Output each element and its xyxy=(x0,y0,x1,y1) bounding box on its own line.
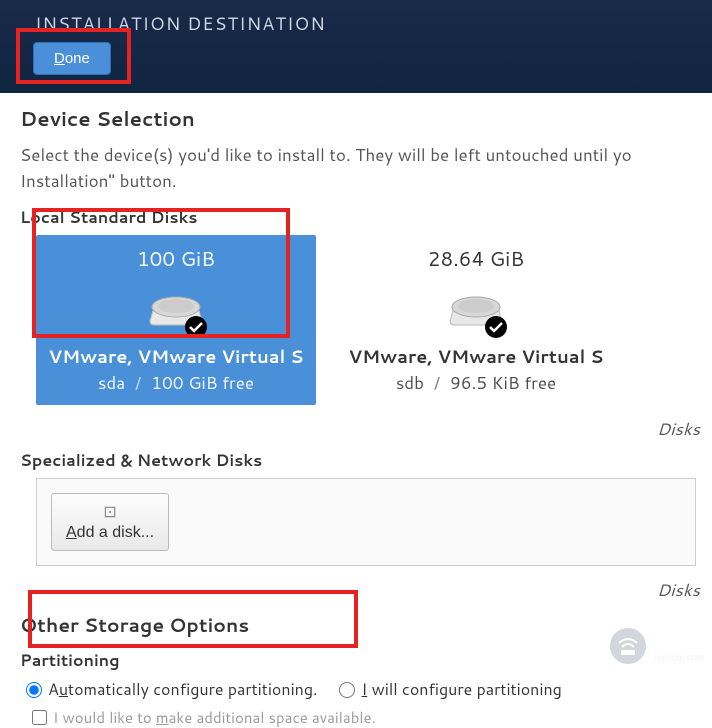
desc-line1: Select the device(s) you'd like to insta… xyxy=(20,143,632,167)
disk-dev: sda xyxy=(98,371,125,395)
disk-free: 100 GiB free xyxy=(151,371,254,395)
manual-partition-label: I will configure partitioning xyxy=(361,678,561,701)
auto-partition-radio[interactable]: Automatically configure partitioning. xyxy=(26,678,317,701)
page-title: INSTALLATION DESTINATION xyxy=(35,10,697,36)
partitioning-options: Automatically configure partitioning. I … xyxy=(20,678,712,701)
disk-dev: sdb xyxy=(396,371,424,395)
disk-meta: sda/100 GiB free xyxy=(42,371,310,395)
header-bar: INSTALLATION DESTINATION Done xyxy=(0,0,712,93)
disk-size: 28.64 GiB xyxy=(342,245,610,273)
add-disk-label: Add a disk... xyxy=(66,524,154,542)
add-disk-icon: ⊡ xyxy=(103,502,116,522)
watermark: 路由器 luyouqi.com xyxy=(608,626,704,666)
disk-name: VMware, VMware Virtual S xyxy=(42,343,310,369)
add-disk-button[interactable]: ⊡ Add a disk... xyxy=(51,493,169,551)
disk-name: VMware, VMware Virtual S xyxy=(342,343,610,369)
done-button[interactable]: Done xyxy=(33,42,111,75)
auto-partition-input[interactable] xyxy=(26,682,42,698)
additional-space-row[interactable]: I would like to make additional space av… xyxy=(20,707,712,728)
network-disk-area: ⊡ Add a disk... xyxy=(36,478,696,566)
auto-partition-label: Automatically configure partitioning. xyxy=(48,678,317,701)
disk-free: 96.5 KiB free xyxy=(450,371,556,395)
disks-left-label-1: Disks xyxy=(20,417,712,441)
harddrive-icon xyxy=(448,285,504,335)
additional-space-checkbox[interactable] xyxy=(32,710,47,725)
checkmark-icon xyxy=(484,315,508,339)
watermark-sub: luyouqi.com xyxy=(654,650,704,663)
checkmark-icon xyxy=(184,315,208,339)
disk-card-sdb[interactable]: 28.64 GiB VMware, VMware Virtual S sdb/9… xyxy=(336,235,616,405)
done-label: D xyxy=(54,50,65,67)
harddrive-icon xyxy=(148,285,204,335)
disk-list: 100 GiB VMware, VMware Virtual S sda/100… xyxy=(20,235,712,405)
disk-size: 100 GiB xyxy=(42,245,310,273)
manual-partition-radio[interactable]: I will configure partitioning xyxy=(339,678,561,701)
manual-partition-input[interactable] xyxy=(339,682,355,698)
disk-card-sda[interactable]: 100 GiB VMware, VMware Virtual S sda/100… xyxy=(36,235,316,405)
watermark-text: 路由器 xyxy=(654,629,704,650)
device-selection-title: Device Selection xyxy=(20,105,712,133)
additional-space-label: I would like to make additional space av… xyxy=(53,707,376,728)
disks-left-label-2: Disks xyxy=(20,578,712,602)
main-content: Device Selection Select the device(s) yo… xyxy=(0,93,712,728)
local-disks-label: Local Standard Disks xyxy=(20,206,712,229)
disk-meta: sdb/96.5 KiB free xyxy=(342,371,610,395)
router-icon xyxy=(608,626,648,666)
device-selection-desc: Select the device(s) you'd like to insta… xyxy=(20,143,712,194)
desc-line2: Installation" button. xyxy=(20,169,177,193)
specialized-disks-label: Specialized & Network Disks xyxy=(20,449,712,472)
